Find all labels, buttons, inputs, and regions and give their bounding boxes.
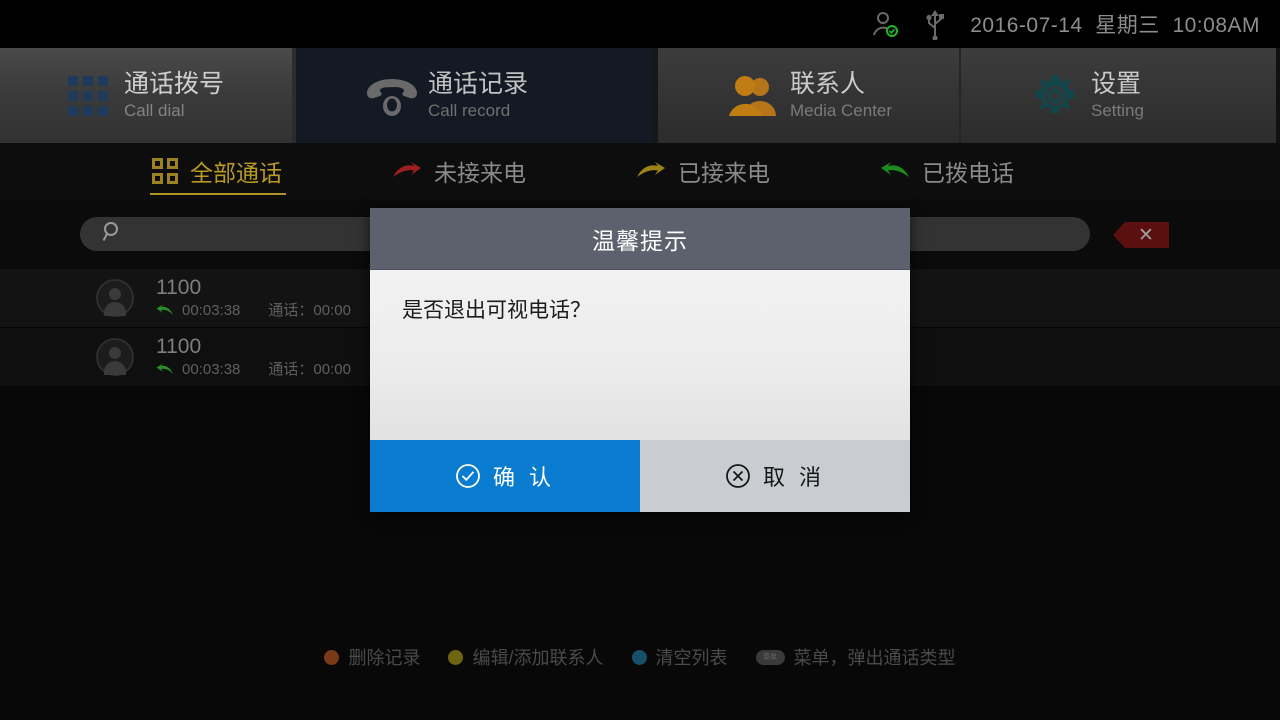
call-number: 1100 bbox=[156, 334, 202, 358]
avatar bbox=[96, 338, 134, 376]
dialog-header: 温馨提示 bbox=[370, 208, 910, 270]
tab-contacts[interactable]: 联系人 Media Center bbox=[654, 48, 959, 143]
arrow-dialed-icon bbox=[156, 363, 174, 376]
call-time: 00:03:38 bbox=[182, 301, 241, 319]
legend-item-delete-record[interactable]: 删除记录 bbox=[324, 644, 420, 670]
tab-contacts-label-en: Media Center bbox=[790, 100, 893, 120]
user-online-icon bbox=[870, 9, 900, 39]
search-icon bbox=[102, 221, 124, 248]
tab-call-dial[interactable]: 通话拨号 Call dial bbox=[0, 48, 292, 143]
filter-tab-all-calls-label: 全部通话 bbox=[190, 160, 282, 186]
dialog-body: 是否退出可视电话？ bbox=[370, 270, 910, 440]
status-bar: 2016-07-14 星期三 10:08AM bbox=[0, 0, 1280, 48]
tab-call-dial-label-en: Call dial bbox=[124, 100, 185, 120]
confirm-button-label: 确 认 bbox=[492, 465, 556, 490]
tab-contacts-label-cn: 联系人 bbox=[790, 69, 866, 98]
grid-quad-icon bbox=[152, 158, 178, 184]
check-circle-icon bbox=[455, 463, 481, 489]
filter-tab-all-calls[interactable]: 全部通话 bbox=[150, 143, 286, 199]
app-screen: 2016-07-14 星期三 10:08AM 通话拨号 Call dial 通话… bbox=[0, 0, 1280, 720]
filter-tab-dialed-calls-label: 已拨电话 bbox=[922, 160, 1014, 186]
red-dot-icon bbox=[324, 649, 340, 665]
legend-item-menu[interactable]: 菜单 菜单，弹出通话类型 bbox=[755, 644, 956, 670]
call-number: 1100 bbox=[156, 275, 202, 299]
tab-call-record-label-cn: 通话记录 bbox=[428, 69, 529, 98]
arrow-received-icon bbox=[636, 161, 666, 181]
menu-key-label: 菜单 bbox=[763, 654, 777, 661]
cancel-button[interactable]: 取 消 bbox=[640, 440, 910, 512]
arrow-dialed-icon bbox=[156, 304, 174, 317]
contacts-icon bbox=[718, 74, 790, 118]
arrow-missed-icon bbox=[392, 161, 422, 181]
x-circle-icon bbox=[725, 463, 751, 489]
tab-call-record-label-en: Call record bbox=[428, 100, 511, 120]
legend-item-clear-list[interactable]: 清空列表 bbox=[631, 644, 728, 670]
avatar bbox=[96, 279, 134, 317]
call-time: 00:03:38 bbox=[182, 360, 241, 378]
bottom-legend-bar: 删除记录 编辑/添加联系人 清空列表 菜单 菜单，弹出通话类型 bbox=[0, 644, 1280, 670]
menu-key-icon: 菜单 bbox=[755, 649, 785, 665]
close-icon: ✕ bbox=[1138, 224, 1154, 246]
cancel-button-label: 取 消 bbox=[762, 465, 826, 490]
confirm-dialog: 温馨提示 是否退出可视电话？ 确 认 取 消 bbox=[370, 208, 910, 512]
tab-setting[interactable]: 设置 Setting bbox=[959, 48, 1276, 143]
call-duration: 00:00 bbox=[313, 301, 351, 319]
tab-setting-label-cn: 设置 bbox=[1091, 69, 1142, 98]
tab-call-record[interactable]: 通话记录 Call record bbox=[292, 48, 654, 143]
legend-label-clear-list: 清空列表 bbox=[655, 648, 728, 668]
filter-tab-received-calls[interactable]: 已接来电 bbox=[636, 143, 770, 199]
tab-call-dial-label-cn: 通话拨号 bbox=[124, 69, 225, 98]
arrow-dialed-icon bbox=[880, 161, 910, 181]
usb-icon bbox=[922, 8, 948, 40]
gear-icon bbox=[1019, 72, 1091, 120]
call-duration-label: 通话： bbox=[268, 301, 314, 319]
status-datetime: 2016-07-14 星期三 10:08AM bbox=[970, 14, 1260, 37]
filter-tab-dialed-calls[interactable]: 已拨电话 bbox=[880, 143, 1014, 199]
legend-label-menu: 菜单，弹出通话类型 bbox=[793, 648, 956, 668]
filter-tab-received-calls-label: 已接来电 bbox=[678, 160, 770, 186]
call-type-filter-bar: 全部通话 未接来电 已接来电 已拨电话 bbox=[0, 143, 1280, 199]
dialog-footer: 确 认 取 消 bbox=[370, 440, 910, 512]
call-duration: 00:00 bbox=[313, 360, 351, 378]
blue-dot-icon bbox=[631, 649, 647, 665]
filter-tab-missed-calls[interactable]: 未接来电 bbox=[392, 143, 526, 199]
legend-label-edit-contact: 编辑/添加联系人 bbox=[472, 648, 604, 668]
call-duration-label: 通话： bbox=[268, 360, 314, 378]
yellow-dot-icon bbox=[448, 649, 464, 665]
legend-label-delete-record: 删除记录 bbox=[348, 648, 421, 668]
dialog-message: 是否退出可视电话？ bbox=[402, 299, 591, 322]
close-button[interactable]: ✕ bbox=[1113, 222, 1169, 248]
telephone-icon bbox=[356, 75, 428, 117]
tab-setting-label-en: Setting bbox=[1091, 100, 1144, 120]
confirm-button[interactable]: 确 认 bbox=[370, 440, 640, 512]
dial-grid-icon bbox=[52, 75, 124, 116]
filter-tab-missed-calls-label: 未接来电 bbox=[434, 160, 526, 186]
main-nav-tabs: 通话拨号 Call dial 通话记录 Call record 联系人 Medi… bbox=[0, 48, 1280, 143]
legend-item-edit-contact[interactable]: 编辑/添加联系人 bbox=[448, 644, 604, 670]
dialog-title: 温馨提示 bbox=[592, 227, 688, 254]
